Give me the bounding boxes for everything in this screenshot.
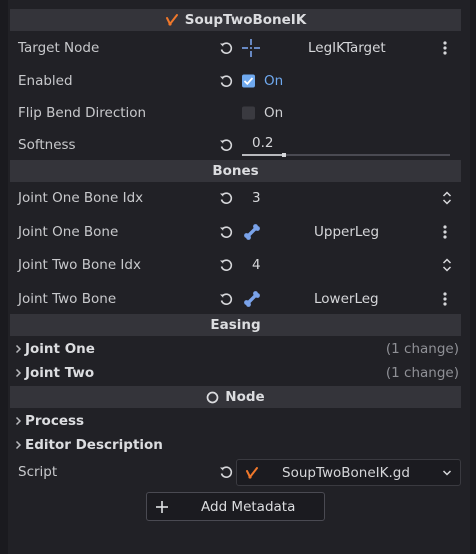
kebab-menu-icon[interactable] xyxy=(442,291,448,307)
enabled-row: Enabled On xyxy=(10,67,461,95)
bones-section-title: Bones xyxy=(212,163,259,179)
joint-two-idx-row: Joint Two Bone Idx 4 xyxy=(10,251,461,279)
process-subsection[interactable]: Process xyxy=(10,410,461,432)
checkmark-icon xyxy=(243,77,254,86)
bone-icon xyxy=(244,224,260,240)
ik-node-icon xyxy=(165,14,178,26)
node-circle-icon xyxy=(206,391,219,403)
class-header: SoupTwoBoneIK xyxy=(10,9,461,31)
revert-icon[interactable] xyxy=(219,74,233,88)
enabled-label: Enabled xyxy=(18,73,73,89)
kebab-menu-icon[interactable] xyxy=(442,224,448,240)
flip-bend-checkbox[interactable] xyxy=(242,106,255,120)
spin-updown-icon[interactable] xyxy=(442,257,452,273)
joint-two-idx-label: Joint Two Bone Idx xyxy=(18,257,141,273)
joint-two-bone-value[interactable]: LowerLeg xyxy=(314,291,379,307)
joint-one-idx-value[interactable]: 3 xyxy=(252,190,261,206)
flip-bend-checkbox-label[interactable]: On xyxy=(264,105,283,121)
add-metadata-button[interactable]: Add Metadata xyxy=(146,492,325,521)
script-filename: SoupTwoBoneIK.gd xyxy=(282,464,410,481)
script-label: Script xyxy=(18,464,58,480)
softness-value[interactable]: 0.2 xyxy=(252,135,273,151)
panel-left-edge xyxy=(0,0,8,554)
joint-one-bone-row: Joint One Bone UpperLeg xyxy=(10,218,461,246)
crosshair-target-icon xyxy=(242,39,260,57)
panel-right-edge xyxy=(470,0,476,554)
class-header-title: SoupTwoBoneIK xyxy=(184,12,307,28)
joint-two-idx-value[interactable]: 4 xyxy=(252,257,261,273)
chevron-right-icon xyxy=(15,440,22,450)
joint-two-subsection-label: Joint Two xyxy=(25,365,95,381)
joint-two-change-note: (1 change) xyxy=(385,365,459,381)
joint-two-bone-row: Joint Two Bone LowerLeg xyxy=(10,285,461,313)
enabled-checkbox[interactable] xyxy=(242,74,255,88)
flip-bend-row: Flip Bend Direction On xyxy=(10,99,461,127)
joint-one-bone-label: Joint One Bone xyxy=(18,224,119,240)
ik-script-icon xyxy=(246,467,258,479)
softness-row: Softness 0.2 xyxy=(10,131,461,159)
revert-icon[interactable] xyxy=(219,191,233,205)
script-picker[interactable]: SoupTwoBoneIK.gd xyxy=(236,459,461,486)
easing-section-title: Easing xyxy=(210,317,261,333)
target-node-value[interactable]: LegIKTarget xyxy=(308,40,386,56)
joint-one-subsection-label: Joint One xyxy=(25,341,95,357)
bones-section-header: Bones xyxy=(10,160,461,182)
node-section-header: Node xyxy=(10,386,461,408)
softness-slider[interactable] xyxy=(242,153,450,157)
softness-slider-fill xyxy=(242,154,284,156)
kebab-menu-icon[interactable] xyxy=(442,40,448,56)
editor-description-subsection[interactable]: Editor Description xyxy=(10,434,461,456)
editor-description-label: Editor Description xyxy=(25,437,163,453)
chevron-right-icon xyxy=(15,344,22,354)
joint-one-idx-label: Joint One Bone Idx xyxy=(18,190,144,206)
process-subsection-label: Process xyxy=(25,413,85,429)
joint-two-subsection[interactable]: Joint Two (1 change) xyxy=(10,362,461,384)
joint-one-subsection[interactable]: Joint One (1 change) xyxy=(10,338,461,360)
add-metadata-label: Add Metadata xyxy=(201,498,296,515)
target-node-label: Target Node xyxy=(18,40,100,56)
easing-section-header: Easing xyxy=(10,314,461,336)
joint-one-change-note: (1 change) xyxy=(385,341,459,357)
softness-label: Softness xyxy=(18,137,76,153)
revert-icon[interactable] xyxy=(219,465,233,479)
node-section-title: Node xyxy=(225,389,265,405)
revert-icon[interactable] xyxy=(219,292,233,306)
revert-icon[interactable] xyxy=(219,41,233,55)
chevron-down-icon xyxy=(442,470,452,476)
spin-updown-icon[interactable] xyxy=(442,190,452,206)
softness-slider-grabber[interactable] xyxy=(281,153,286,157)
bone-icon xyxy=(244,291,260,307)
chevron-right-icon xyxy=(15,416,22,426)
revert-icon[interactable] xyxy=(219,138,233,152)
revert-icon[interactable] xyxy=(219,225,233,239)
joint-two-bone-label: Joint Two Bone xyxy=(18,291,117,307)
enabled-checkbox-label[interactable]: On xyxy=(264,73,283,89)
flip-bend-label: Flip Bend Direction xyxy=(18,105,147,121)
joint-one-bone-value[interactable]: UpperLeg xyxy=(314,224,379,240)
revert-icon[interactable] xyxy=(219,258,233,272)
plus-icon xyxy=(156,501,168,513)
target-node-row: Target Node LegIKTarget xyxy=(10,34,461,62)
chevron-right-icon xyxy=(15,368,22,378)
inspector-panel: SoupTwoBoneIK Target Node LegIKTarget En… xyxy=(0,0,476,554)
joint-one-idx-row: Joint One Bone Idx 3 xyxy=(10,184,461,212)
